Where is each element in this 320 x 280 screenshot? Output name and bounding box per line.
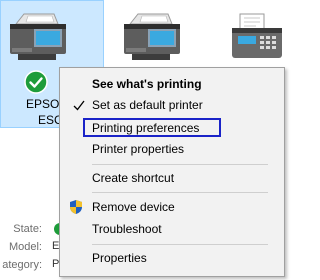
- context-menu: See what's printing Set as default print…: [59, 67, 285, 277]
- menu-set-default-printer[interactable]: Set as default printer: [60, 95, 284, 115]
- menu-label: Set as default printer: [92, 98, 203, 112]
- menu-label: Printer properties: [92, 142, 185, 156]
- category-label: ategory:: [2, 259, 42, 271]
- checkmark-icon: [73, 100, 85, 111]
- printer-icon[interactable]: [118, 10, 182, 70]
- state-label: State:: [13, 223, 42, 235]
- menu-see-whats-printing[interactable]: See what's printing: [60, 74, 284, 94]
- menu-properties[interactable]: Properties: [60, 248, 284, 268]
- menu-remove-device[interactable]: Remove device: [60, 197, 284, 217]
- menu-label: Remove device: [92, 200, 175, 214]
- menu-label: Create shortcut: [92, 171, 175, 185]
- model-label: Model:: [8, 241, 42, 253]
- default-badge-icon: [24, 70, 48, 94]
- menu-label: Troubleshoot: [92, 222, 162, 236]
- menu-create-shortcut[interactable]: Create shortcut: [60, 168, 284, 188]
- menu-label: See what's printing: [92, 77, 202, 91]
- menu-separator: [92, 164, 268, 165]
- menu-label: Properties: [92, 251, 147, 265]
- highlight-box: [83, 118, 221, 137]
- fax-icon[interactable]: [230, 12, 282, 68]
- menu-troubleshoot[interactable]: Troubleshoot: [60, 219, 284, 239]
- menu-printer-properties[interactable]: Printer properties: [60, 139, 284, 159]
- menu-separator: [92, 244, 268, 245]
- printer-icon[interactable]: [4, 10, 68, 70]
- uac-shield-icon: [70, 200, 82, 214]
- menu-separator: [92, 192, 268, 193]
